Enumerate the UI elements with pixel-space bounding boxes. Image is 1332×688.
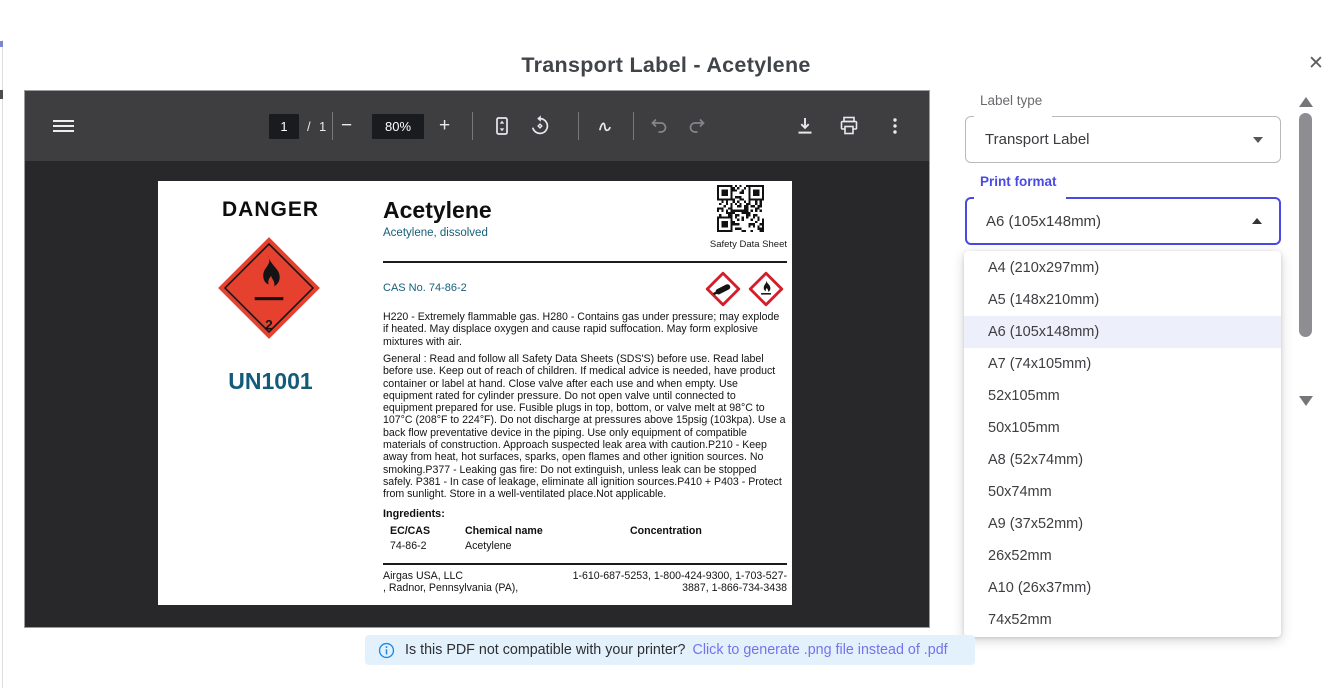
qr-code	[717, 185, 764, 232]
label-type-value: Transport Label	[985, 131, 1090, 148]
supplier-phones: 1-610-687-5253, 1-800-424-9300, 1-703-52…	[569, 570, 787, 595]
download-icon[interactable]	[793, 91, 817, 161]
scrollbar-thumb[interactable]	[1299, 113, 1312, 337]
background-artifact	[0, 41, 3, 47]
divider	[383, 261, 787, 263]
print-format-value: A6 (105x148mm)	[986, 213, 1101, 230]
background-page-edge	[2, 40, 3, 688]
pdf-viewer: 1 / 1 − 80% +	[24, 90, 930, 628]
menu-icon[interactable]	[53, 91, 74, 161]
chevron-down-icon	[1253, 137, 1263, 143]
print-format-option[interactable]: A6 (105x148mm)	[964, 316, 1281, 348]
product-name: Acetylene	[383, 197, 492, 224]
table-cell: Acetylene	[465, 540, 512, 552]
shipping-name: Acetylene, dissolved	[383, 227, 488, 239]
toolbar-divider	[472, 112, 473, 140]
signal-word: DANGER	[158, 198, 383, 222]
table-cell: 74-86-2	[390, 540, 427, 552]
column-header: Concentration	[630, 525, 702, 537]
ghs-pictograms	[705, 271, 784, 307]
printer-compatibility-banner: Is this PDF not compatible with your pri…	[365, 635, 975, 665]
print-format-select[interactable]: A6 (105x148mm)	[965, 197, 1281, 245]
more-options-icon[interactable]	[883, 91, 907, 161]
gas-cylinder-pictogram-icon	[705, 271, 741, 307]
print-format-option[interactable]: A8 (52x74mm)	[964, 444, 1281, 476]
page-title: Transport Label - Acetylene	[0, 53, 1332, 78]
print-format-option[interactable]: A4 (210x297mm)	[964, 252, 1281, 284]
un-number: UN1001	[158, 368, 383, 395]
close-icon[interactable]: ✕	[1303, 50, 1329, 76]
zoom-out-button[interactable]: −	[341, 91, 352, 161]
hazard-statements: H220 - Extremely flammable gas. H280 - C…	[383, 311, 787, 348]
undo-icon	[647, 91, 671, 161]
ingredients-title: Ingredients:	[383, 508, 445, 520]
scrollbar-up-arrow[interactable]	[1299, 97, 1313, 107]
page-divider: /	[307, 91, 311, 161]
flame-pictogram-icon	[748, 271, 784, 307]
fit-to-page-icon[interactable]	[490, 91, 514, 161]
toolbar-divider	[332, 112, 333, 140]
banner-question: Is this PDF not compatible with your pri…	[405, 642, 686, 658]
pdf-toolbar: 1 / 1 − 80% +	[25, 91, 929, 161]
flammable-gas-placard-icon: 2	[216, 235, 322, 341]
cas-number: CAS No. 74-86-2	[383, 282, 467, 294]
print-format-option[interactable]: A9 (37x52mm)	[964, 508, 1281, 540]
zoom-level-input[interactable]: 80%	[372, 91, 424, 161]
print-format-label: Print format	[978, 174, 1059, 189]
toolbar-divider	[633, 112, 634, 140]
info-icon	[378, 642, 395, 659]
svg-text:2: 2	[265, 317, 273, 332]
background-artifact	[0, 90, 3, 99]
page-total: 1	[319, 91, 326, 161]
pdf-page: DANGER 2 UN1001 Acetylene Acetylene, dis…	[158, 181, 792, 605]
redo-icon	[685, 91, 709, 161]
scrollbar-down-arrow[interactable]	[1299, 396, 1313, 406]
annotate-icon[interactable]	[593, 91, 617, 161]
precautionary-statements: General : Read and follow all Safety Dat…	[383, 353, 787, 501]
print-format-option[interactable]: 26x52mm	[964, 540, 1281, 572]
print-format-option[interactable]: A7 (74x105mm)	[964, 348, 1281, 380]
label-type-select[interactable]: Transport Label	[965, 116, 1281, 163]
page-number-input[interactable]: 1	[269, 91, 299, 161]
qr-caption: Safety Data Sheet	[617, 239, 787, 250]
transport-label-dialog: Transport Label - Acetylene ✕ 1 / 1 − 80…	[0, 0, 1332, 688]
zoom-in-button[interactable]: +	[439, 91, 450, 161]
print-icon[interactable]	[837, 91, 861, 161]
divider	[383, 563, 787, 565]
column-header: EC/CAS	[390, 525, 430, 537]
generate-png-link[interactable]: Click to generate .png file instead of .…	[693, 642, 948, 658]
label-type-label: Label type	[978, 93, 1044, 108]
chevron-up-icon	[1252, 218, 1262, 224]
print-format-option[interactable]: 50x105mm	[964, 412, 1281, 444]
toolbar-divider	[578, 112, 579, 140]
print-format-menu: A4 (210x297mm)A5 (148x210mm)A6 (105x148m…	[964, 251, 1281, 637]
print-format-option[interactable]: A5 (148x210mm)	[964, 284, 1281, 316]
rotate-icon[interactable]	[528, 91, 552, 161]
print-format-option[interactable]: 52x105mm	[964, 380, 1281, 412]
supplier-address: Airgas USA, LLC , Radnor, Pennsylvania (…	[383, 570, 518, 595]
print-format-option[interactable]: 74x52mm	[964, 604, 1281, 636]
print-format-option[interactable]: 50x74mm	[964, 476, 1281, 508]
print-format-option[interactable]: A10 (26x37mm)	[964, 572, 1281, 604]
column-header: Chemical name	[465, 525, 543, 537]
